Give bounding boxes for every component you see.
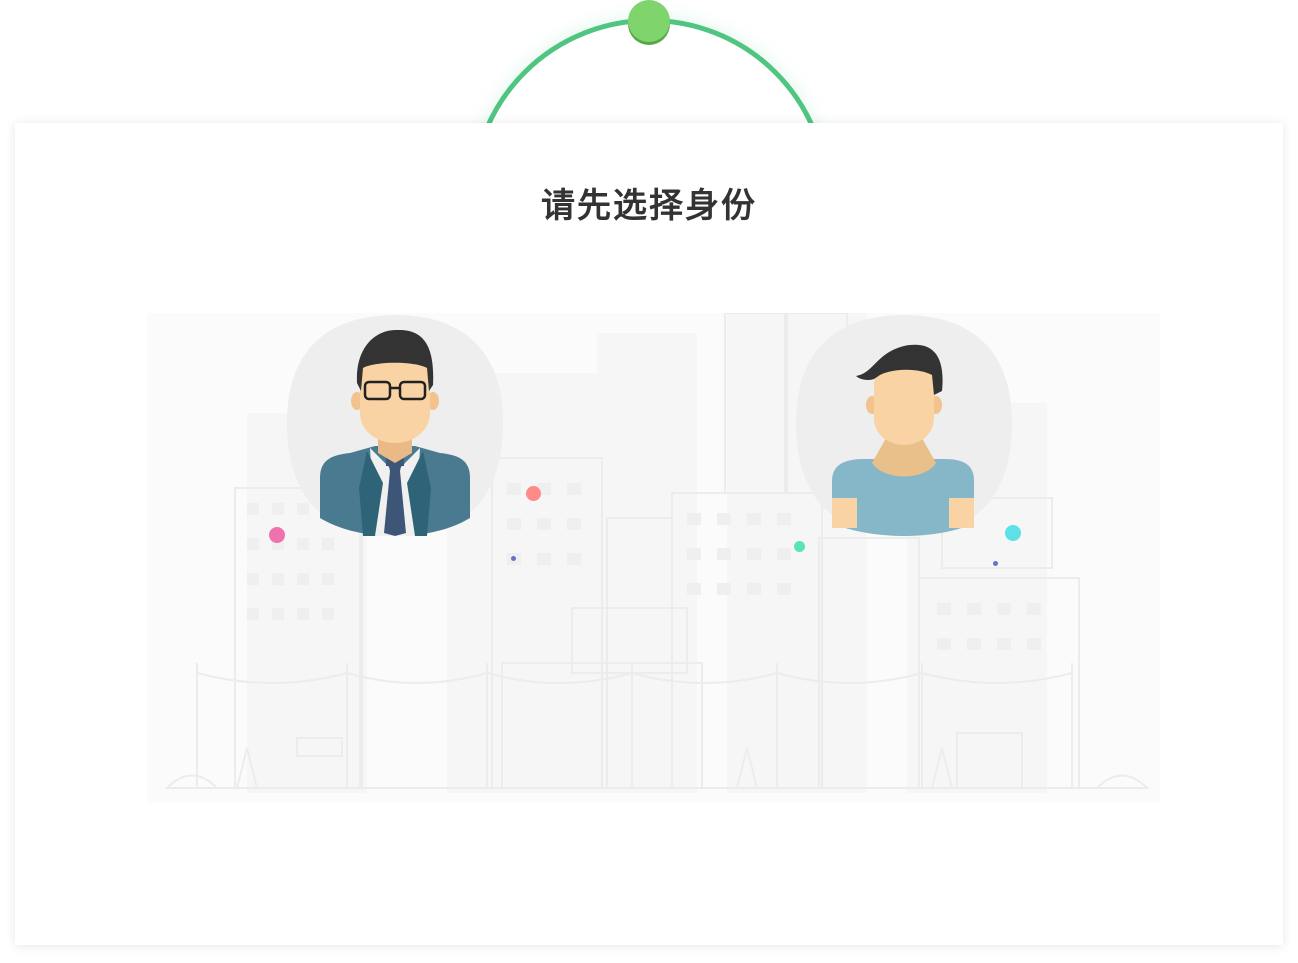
decorative-dot bbox=[993, 561, 998, 566]
page: 请先选择身份 bbox=[0, 0, 1298, 963]
progress-knob bbox=[628, 0, 670, 42]
decorative-dot bbox=[1005, 525, 1021, 541]
businessman-avatar-icon bbox=[287, 315, 503, 536]
decorative-dot bbox=[511, 556, 516, 561]
role-option-casual[interactable] bbox=[794, 313, 1014, 538]
decorative-dot bbox=[269, 527, 285, 543]
role-option-business[interactable] bbox=[285, 313, 505, 538]
decorative-dot bbox=[526, 486, 541, 501]
page-title: 请先选择身份 bbox=[541, 186, 757, 226]
casual-man-avatar-icon bbox=[796, 315, 1012, 536]
role-select-card: 请先选择身份 bbox=[15, 123, 1283, 945]
decorative-dot bbox=[794, 541, 805, 552]
